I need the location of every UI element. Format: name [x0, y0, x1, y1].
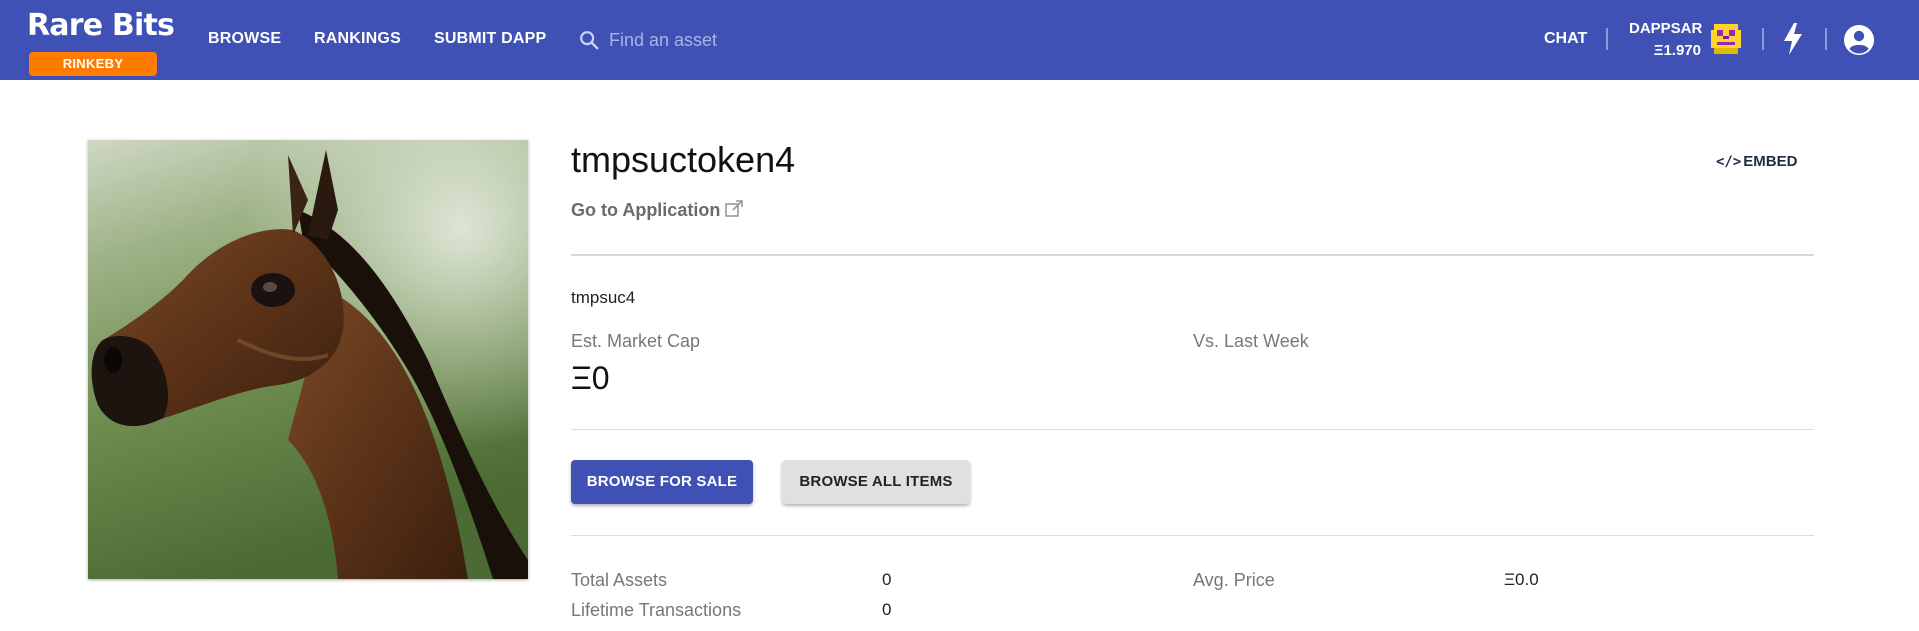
top-navigation-bar: Rare Bits RINKEBY BROWSE RANKINGS SUBMIT…: [0, 0, 1919, 80]
avg-price-value: Ξ0.0: [1504, 570, 1539, 589]
divider: [571, 535, 1814, 536]
total-assets-value: 0: [882, 570, 892, 589]
search-input[interactable]: [609, 26, 869, 54]
go-to-application-link[interactable]: Go to Application: [571, 198, 744, 222]
pixel-avatar-icon[interactable]: [1711, 24, 1741, 54]
code-icon: </>: [1716, 154, 1742, 170]
chat-link[interactable]: CHAT: [1544, 29, 1587, 49]
lightning-icon[interactable]: [1782, 22, 1804, 56]
divider: [1606, 28, 1608, 50]
nav-submit-dapp[interactable]: SUBMIT DAPP: [434, 29, 546, 49]
search-icon[interactable]: [578, 29, 600, 51]
nav-browse[interactable]: BROWSE: [208, 29, 281, 49]
asset-title: tmpsuctoken4: [571, 139, 796, 180]
market-cap-value: Ξ0: [571, 360, 610, 396]
user-menu[interactable]: DAPPSAR Ξ1.970: [1629, 18, 1702, 62]
divider: [1825, 28, 1827, 50]
browse-for-sale-button[interactable]: BROWSE FOR SALE: [571, 460, 753, 504]
brand-name[interactable]: Rare Bits: [27, 6, 175, 46]
nav-rankings[interactable]: RANKINGS: [314, 29, 401, 49]
username[interactable]: DAPPSAR: [1629, 18, 1702, 40]
embed-button[interactable]: </> EMBED: [1716, 151, 1797, 173]
embed-label: EMBED: [1743, 153, 1798, 170]
total-assets-label: Total Assets: [571, 570, 668, 590]
market-cap-label: Est. Market Cap: [571, 331, 701, 351]
search-bar[interactable]: [576, 26, 876, 54]
avg-price-label: Avg. Price: [1193, 570, 1275, 590]
lifetime-transactions-value: 0: [882, 600, 892, 619]
account-circle-icon[interactable]: [1843, 24, 1875, 56]
asset-symbol: tmpsuc4: [571, 288, 636, 307]
external-link-icon: [725, 200, 744, 217]
go-to-application-label: Go to Application: [571, 200, 721, 220]
divider: [571, 429, 1814, 430]
network-badge: RINKEBY: [29, 52, 157, 76]
brand-logo[interactable]: Rare Bits RINKEBY: [27, 6, 175, 76]
lifetime-transactions-label: Lifetime Transactions: [571, 600, 742, 620]
wallet-balance: Ξ1.970: [1653, 42, 1701, 59]
asset-image: [88, 140, 528, 579]
divider: [1762, 28, 1764, 50]
divider: [571, 254, 1814, 256]
browse-all-items-button[interactable]: BROWSE ALL ITEMS: [782, 460, 970, 504]
vs-last-week-label: Vs. Last Week: [1193, 331, 1309, 351]
